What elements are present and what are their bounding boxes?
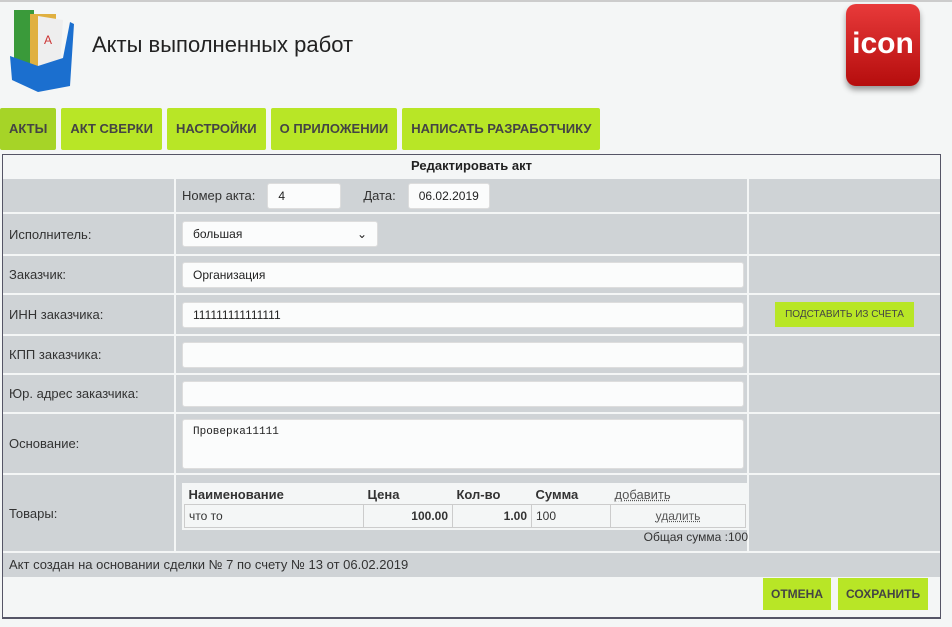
svg-text:A: A xyxy=(44,33,52,47)
col-name: Наименование xyxy=(188,486,284,502)
address-label: Юр. адрес заказчика: xyxy=(3,375,176,412)
date-input[interactable] xyxy=(407,182,490,209)
col-qty: Кол-во xyxy=(456,486,501,502)
address-input[interactable] xyxy=(182,380,744,407)
nav-acts[interactable]: АКТЫ xyxy=(0,108,57,150)
nav-contact-developer[interactable]: НАПИСАТЬ РАЗРАБОТЧИКУ xyxy=(402,108,601,150)
number-label: Номер акта: xyxy=(182,188,256,203)
nav-reconciliation[interactable]: АКТ СВЕРКИ xyxy=(61,108,162,150)
form-title: Редактировать акт xyxy=(411,158,532,173)
basis-textarea[interactable]: Проверка11111 xyxy=(182,418,744,469)
brand-logo: icon xyxy=(846,4,920,86)
inn-label: ИНН заказчика: xyxy=(3,295,176,334)
goods-table: Наименование Цена Кол-во Сумма добавить что … xyxy=(182,482,748,530)
page-title: Акты выполненных работ xyxy=(92,32,354,57)
chevron-down-icon: ⌄ xyxy=(356,227,367,241)
total-sum: Общая сумма :100 xyxy=(643,529,748,544)
delete-item-link[interactable]: удалить xyxy=(656,509,701,523)
app-logo: A xyxy=(8,6,80,92)
executor-label: Исполнитель: xyxy=(3,214,176,254)
customer-input[interactable] xyxy=(182,261,744,288)
edit-act-form: Редактировать акт Номер акта: Дата: Испо… xyxy=(2,154,941,619)
add-item-link[interactable]: добавить xyxy=(615,487,671,502)
executor-select[interactable]: большая ⌄ xyxy=(182,221,378,247)
kpp-label: КПП заказчика: xyxy=(3,336,176,373)
item-name[interactable]: что то xyxy=(184,503,364,528)
main-nav: АКТЫ АКТ СВЕРКИ НАСТРОЙКИ О ПРИЛОЖЕНИИ Н… xyxy=(0,108,601,150)
col-price: Цена xyxy=(367,486,400,502)
table-row: что то 100.00 1.00 100 удалить xyxy=(184,503,746,528)
nav-settings[interactable]: НАСТРОЙКИ xyxy=(166,108,266,150)
executor-value: большая xyxy=(193,227,243,241)
customer-label: Заказчик: xyxy=(3,256,176,293)
fill-from-invoice-button[interactable]: ПОДСТАВИТЬ ИЗ СЧЕТА xyxy=(775,302,914,327)
goods-label: Товары: xyxy=(3,475,176,551)
inn-input[interactable] xyxy=(182,301,744,328)
cancel-button[interactable]: ОТМЕНА xyxy=(763,578,831,610)
item-sum: 100 xyxy=(531,503,611,528)
act-origin-note: Акт создан на основании сделки № 7 по сч… xyxy=(3,551,940,577)
basis-label: Основание: xyxy=(3,414,176,473)
nav-about[interactable]: О ПРИЛОЖЕНИИ xyxy=(270,108,398,150)
date-label: Дата: xyxy=(363,188,396,203)
item-price[interactable]: 100.00 xyxy=(363,503,453,528)
item-qty[interactable]: 1.00 xyxy=(452,503,532,528)
kpp-input[interactable] xyxy=(182,341,744,368)
col-sum: Сумма xyxy=(535,486,579,502)
act-number-input[interactable] xyxy=(267,182,342,209)
save-button[interactable]: СОХРАНИТЬ xyxy=(838,578,929,610)
